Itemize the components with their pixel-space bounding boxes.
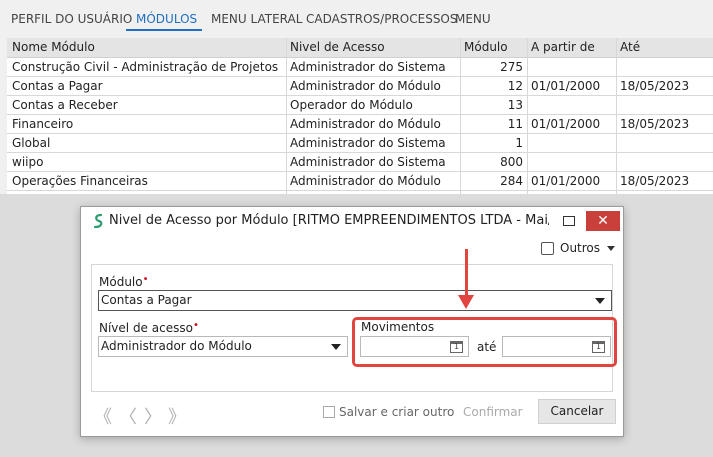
cell-nome: Contas a Receber (12, 98, 118, 112)
next-record-button[interactable]: 〉 (144, 403, 162, 429)
tab-perfil-do-usuario[interactable]: PERFIL DO USUÁRIO (11, 12, 132, 26)
cell-a-partir-de (531, 153, 615, 172)
date-from-input[interactable] (360, 336, 469, 357)
salvar-criar-outro-checkbox[interactable] (323, 406, 335, 418)
modulo-label: Módulo• (99, 274, 149, 289)
table-row[interactable]: Financeiro Administrador do Módulo 11 01… (7, 115, 713, 134)
col-header-modulo[interactable]: Módulo (464, 38, 524, 57)
dialog-title: Nivel de Acesso por Módulo [RITMO EMPREE… (109, 213, 549, 228)
cell-a-partir-de: 01/01/2000 (531, 79, 601, 93)
cell-ate: 18/05/2023 (620, 79, 690, 93)
table-row[interactable]: Operações Financeiras Administrador do M… (7, 172, 713, 191)
calendar-icon[interactable] (450, 341, 463, 353)
cell-nivel: Administrador do Módulo (290, 117, 441, 131)
cell-ate (620, 58, 705, 77)
annotation-arrow-head (458, 295, 474, 309)
calendar-icon[interactable] (592, 341, 605, 353)
maximize-button[interactable] (563, 216, 575, 226)
outros-menu-button[interactable]: Outros (560, 241, 600, 255)
cell-nivel: Administrador do Módulo (290, 174, 441, 188)
cell-nivel: Administrador do Sistema (290, 155, 446, 169)
table-row[interactable]: Construção Civil - Administração de Proj… (7, 58, 713, 77)
dialog-title-bar[interactable]: Nivel de Acesso por Módulo [RITMO EMPREE… (81, 207, 623, 235)
first-record-button[interactable]: 《 (94, 403, 112, 429)
nivel-acesso-dialog: Nivel de Acesso por Módulo [RITMO EMPREE… (80, 206, 624, 437)
cell-nome: Contas a Pagar (12, 79, 103, 93)
cell-nome: wiipo (12, 155, 44, 169)
cell-modulo: 11 (507, 117, 523, 131)
table-row[interactable]: Contas a Pagar Administrador do Módulo 1… (7, 77, 713, 96)
nivel-acesso-select-value: Administrador do Módulo (101, 339, 252, 353)
table-row[interactable]: wiipo Administrador do Sistema 800 (7, 153, 713, 172)
nivel-acesso-label: Nível de acesso• (99, 320, 199, 335)
table-row[interactable]: Global Administrador do Sistema 1 (7, 134, 713, 153)
cell-ate (620, 96, 705, 115)
last-record-button[interactable]: 》 (168, 403, 186, 429)
cell-modulo: 12 (507, 79, 523, 93)
annotation-arrow (465, 249, 468, 299)
cell-nome: Construção Civil - Administração de Proj… (12, 60, 279, 74)
confirm-button[interactable]: Confirmar (463, 405, 523, 419)
col-header-nome-modulo[interactable]: Nome Módulo (12, 38, 282, 57)
previous-record-button[interactable]: 〈 (119, 403, 137, 429)
cell-a-partir-de: 01/01/2000 (531, 174, 601, 188)
cell-ate (620, 153, 705, 172)
cell-a-partir-de: 01/01/2000 (531, 117, 601, 131)
list-icon[interactable] (541, 242, 554, 255)
tab-bar: PERFIL DO USUÁRIO MÓDULOS MENU LATERAL C… (0, 0, 713, 32)
modules-grid: Nome Módulo Nivel de Acesso Módulo A par… (7, 38, 713, 194)
close-button[interactable]: ✕ (586, 211, 620, 231)
cell-modulo: 284 (500, 174, 523, 188)
chevron-down-icon[interactable] (607, 246, 615, 251)
grid-header: Nome Módulo Nivel de Acesso Módulo A par… (7, 38, 713, 58)
cell-modulo: 800 (500, 155, 523, 169)
col-header-a-partir-de[interactable]: A partir de (531, 38, 616, 57)
cell-a-partir-de (531, 96, 615, 115)
cell-ate: 18/05/2023 (620, 117, 690, 131)
tab-menu[interactable]: MENU (455, 12, 491, 26)
cell-nivel: Administrador do Módulo (290, 79, 441, 93)
cell-nivel: Administrador do Sistema (290, 60, 446, 74)
cell-ate (620, 134, 705, 153)
col-header-ate[interactable]: Até (620, 38, 705, 57)
active-tab-indicator (126, 29, 202, 31)
required-marker: • (192, 320, 199, 331)
tab-menu-lateral[interactable]: MENU LATERAL (211, 12, 302, 26)
cell-nome: Global (12, 136, 51, 150)
nivel-acesso-select[interactable]: Administrador do Módulo (98, 336, 348, 357)
cell-nome: Operações Financeiras (12, 174, 148, 188)
modulo-select[interactable]: Contas a Pagar (98, 290, 612, 311)
cell-modulo: 13 (507, 98, 523, 112)
cell-a-partir-de (531, 134, 615, 153)
cell-nivel: Administrador do Sistema (290, 136, 446, 150)
cell-modulo: 275 (500, 60, 523, 74)
chevron-down-icon[interactable] (331, 344, 341, 350)
date-to-input[interactable] (502, 336, 611, 357)
cell-nome: Financeiro (12, 117, 74, 131)
salvar-criar-outro-label[interactable]: Salvar e criar outro (339, 405, 454, 419)
cell-ate: 18/05/2023 (620, 174, 690, 188)
modulo-select-value: Contas a Pagar (101, 293, 192, 307)
required-marker: • (142, 274, 149, 285)
cell-a-partir-de (531, 58, 615, 77)
table-row[interactable]: Contas a Receber Operador do Módulo 13 (7, 96, 713, 115)
cell-nivel: Operador do Módulo (290, 98, 413, 112)
cancel-button[interactable]: Cancelar (538, 399, 616, 424)
tab-modulos[interactable]: MÓDULOS (136, 12, 197, 26)
col-header-nivel-de-acesso[interactable]: Nivel de Acesso (290, 38, 460, 57)
cell-modulo: 1 (515, 136, 523, 150)
ate-label: até (477, 340, 497, 354)
movimentos-label: Movimentos (361, 320, 435, 334)
app-logo-icon (93, 213, 103, 229)
tab-cadastros-processos[interactable]: CADASTROS/PROCESSOS (306, 12, 458, 26)
chevron-down-icon[interactable] (595, 298, 605, 304)
